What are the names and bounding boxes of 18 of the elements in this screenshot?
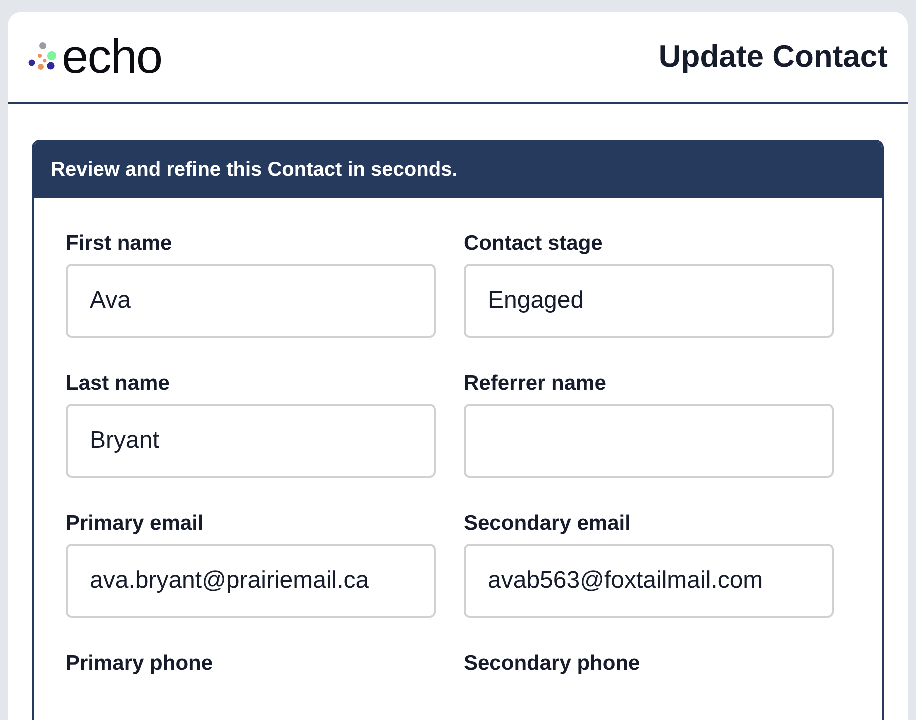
logo-icon: [28, 41, 58, 73]
field-label: Primary email: [66, 512, 205, 536]
field-label: First name: [66, 232, 174, 256]
logo-text: echo: [62, 30, 162, 84]
input-field[interactable]: avab563@foxtailmail.com: [464, 544, 834, 618]
field-label: Contact stage: [464, 232, 604, 256]
field-label: Last name: [66, 372, 171, 396]
field-label: Secondary phone: [464, 652, 642, 676]
input-field[interactable]: ava.bryant@prairiemail.ca: [66, 544, 436, 618]
input-field[interactable]: Bryant: [66, 404, 436, 478]
page-title: Update Contact: [658, 39, 888, 75]
input-field[interactable]: Engaged: [464, 264, 834, 338]
field-label: Referrer name: [464, 372, 608, 396]
field-label: Primary phone: [66, 652, 214, 676]
input-field[interactable]: Ava: [66, 264, 436, 338]
input-field[interactable]: [464, 404, 834, 478]
panel-banner: Review and refine this Contact in seconds.: [34, 142, 882, 198]
field-label: Secondary email: [464, 512, 632, 536]
